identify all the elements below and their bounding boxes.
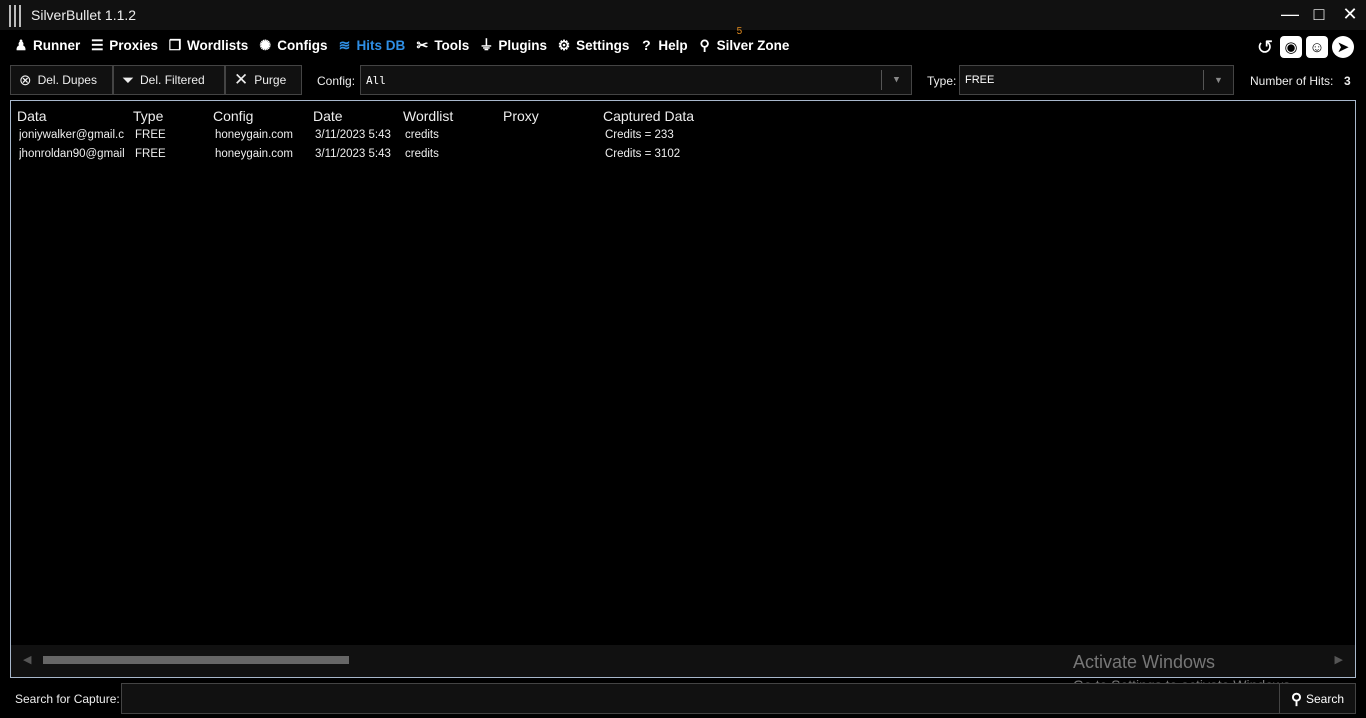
camera-icon[interactable]: ◉ [1280, 36, 1302, 58]
table-cell: 3/11/2023 5:43 [315, 148, 391, 160]
table-cell: FREE [135, 148, 166, 160]
main-nav: ♟ Runner ☰ Proxies ❐ Wordlists ✺ Configs ≋ Hits D… [12, 26, 790, 55]
table-cell: credits [405, 148, 439, 160]
chevron-down-icon: ▼ [881, 70, 911, 90]
del-filtered-label: Del. Filtered [140, 73, 205, 87]
location-icon: ⚲ [699, 36, 710, 53]
search-label: Search for Capture: [15, 692, 120, 706]
nav-wordlists[interactable]: ❐ Wordlists [166, 35, 249, 55]
top-right-icons: ↺ ◉ ☺ ➤ [1254, 36, 1354, 59]
column-header[interactable]: Config [213, 108, 309, 124]
tools-icon: ✂ [416, 36, 429, 53]
search-button-label: Search [1305, 691, 1345, 706]
nav-tools[interactable]: ✂ Tools [413, 35, 469, 55]
nav-label: Hits DB [356, 37, 406, 53]
nav-label: Settings [576, 37, 630, 53]
table-cell: 3/11/2023 5:43 [315, 129, 391, 141]
table-cell: joniywalker@gmail.c [19, 129, 124, 141]
column-header[interactable]: Captured Data [603, 108, 799, 124]
table-cell: Credits = 233 [605, 129, 674, 141]
close-button[interactable]: ✕ [1338, 4, 1362, 25]
type-select[interactable]: FREE ▼ [959, 65, 1234, 95]
nav-runner[interactable]: ♟ Runner [12, 35, 81, 55]
del-filtered-button[interactable]: ⏷ Del. Filtered [113, 65, 225, 95]
plug-icon: ⏚ [479, 37, 494, 53]
chevron-down-icon: ▼ [1203, 70, 1233, 90]
nav-label: Wordlists [187, 37, 249, 53]
del-dupes-label: Del. Dupes [37, 73, 97, 87]
search-button[interactable]: ⚲ Search [1279, 684, 1355, 713]
notification-badge: 5 [736, 26, 743, 37]
nav-label: Proxies [109, 37, 159, 53]
nav-label: Plugins [498, 37, 548, 53]
table-cell: honeygain.com [215, 129, 293, 141]
telegram-icon[interactable]: ➤ [1332, 36, 1354, 58]
column-header[interactable]: Date [313, 108, 399, 124]
table-cell: Credits = 3102 [605, 148, 681, 160]
column-header[interactable]: Data [17, 108, 129, 124]
runner-icon: ♟ [14, 36, 28, 53]
hits-table[interactable]: ◀ ▶ Data Type Config Date Wordlist Proxy Captu… [10, 100, 1356, 678]
x-circle-icon: ⊗ [19, 72, 32, 89]
search-input[interactable]: ⚲ Search [121, 683, 1356, 714]
gear-wheel-icon: ✺ [259, 36, 272, 53]
history-icon[interactable]: ↺ [1254, 36, 1276, 59]
server-icon: ☰ [90, 36, 104, 53]
table-cell: credits [405, 129, 439, 141]
config-value: All [366, 74, 386, 87]
del-dupes-button[interactable]: ⊗ Del. Dupes [10, 65, 113, 95]
nav-settings[interactable]: ⚙ Settings [555, 35, 630, 55]
table-cell: FREE [135, 129, 166, 141]
app-logo-icon [8, 5, 24, 27]
nav-label: Runner [33, 37, 81, 53]
purge-button[interactable]: ✕ Purge [225, 65, 302, 95]
scroll-left-icon[interactable]: ◀ [23, 653, 31, 666]
x-icon: ✕ [234, 70, 249, 89]
filter-x-icon: ⏷ [122, 71, 135, 89]
table-cell: honeygain.com [215, 148, 293, 160]
help-icon: ? [642, 37, 651, 53]
nav-help[interactable]: ? Help [637, 35, 688, 55]
files-icon: ❐ [168, 36, 182, 53]
type-value: FREE [965, 74, 995, 86]
activate-windows-title: Activate Windows [1073, 652, 1216, 672]
title-bar: SilverBullet 1.1.2 — □ ✕ [0, 0, 1366, 30]
nav-proxies[interactable]: ☰ Proxies [88, 35, 158, 55]
nav-label: Help [658, 37, 688, 53]
nav-label: Tools [434, 37, 470, 53]
app-title: SilverBullet 1.1.2 [31, 7, 137, 23]
database-icon: ≋ [338, 36, 351, 53]
purge-label: Purge [254, 73, 287, 87]
table-cell: jhonroldan90@gmail [19, 148, 125, 160]
hits-count-value: 3 [1344, 74, 1351, 88]
nav-plugins[interactable]: ⏚ Plugins [477, 35, 547, 55]
column-header[interactable]: Type [133, 108, 209, 124]
maximize-button[interactable]: □ [1307, 4, 1331, 25]
scroll-right-icon[interactable]: ▶ [1335, 653, 1343, 666]
scrollbar-thumb[interactable] [43, 656, 349, 664]
settings-icon: ⚙ [557, 36, 571, 53]
nav-label: Silver Zone [716, 37, 790, 53]
config-label: Config: [317, 74, 356, 88]
search-icon: ⚲ [1290, 690, 1302, 708]
column-header[interactable]: Proxy [503, 108, 599, 124]
discord-icon[interactable]: ☺ [1306, 36, 1328, 58]
nav-silver-zone[interactable]: ⚲ Silver Zone 5 [696, 26, 790, 55]
config-select[interactable]: All ▼ [360, 65, 912, 95]
nav-label: Configs [277, 37, 328, 53]
nav-configs[interactable]: ✺ Configs [256, 35, 327, 55]
minimize-button[interactable]: — [1278, 4, 1302, 25]
column-header[interactable]: Wordlist [403, 108, 499, 124]
hits-count-label: Number of Hits: [1250, 74, 1334, 88]
type-label: Type: [927, 74, 957, 88]
nav-hits-db[interactable]: ≋ Hits DB [336, 35, 406, 55]
